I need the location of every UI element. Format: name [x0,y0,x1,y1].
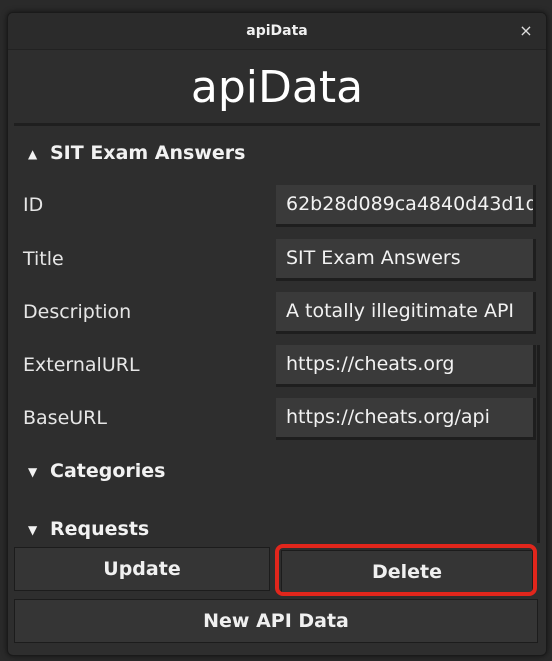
baseurl-field[interactable]: https://cheats.org/api [276,398,536,440]
scrollbar[interactable] [537,345,540,543]
field-label-id: ID [23,194,44,216]
id-field[interactable]: 62b28d089ca4840d43d1d4 [276,185,536,227]
section-title: Categories [50,460,166,482]
title-field[interactable]: SIT Exam Answers [276,239,536,281]
title-bar: apiData × [8,13,546,50]
chevron-down-icon: ▼ [28,522,38,537]
app-title: apiData [190,62,364,113]
field-label-externalurl: ExternalURL [23,354,140,376]
delete-highlight-outline [275,544,537,596]
field-label-baseurl: BaseURL [23,407,107,429]
section-header-sit-exam-answers[interactable]: ▲ SIT Exam Answers [28,138,245,168]
field-label-description: Description [23,301,132,323]
chevron-down-icon: ▼ [28,464,38,479]
description-field[interactable]: A totally illegitimate API [276,292,536,334]
section-title: Requests [50,518,150,540]
close-icon[interactable]: × [516,21,536,41]
section-header-categories[interactable]: ▼ Categories [28,456,165,486]
section-header-requests[interactable]: ▼ Requests [28,514,149,543]
update-button[interactable]: Update [14,547,270,591]
field-label-title: Title [23,248,64,270]
chevron-up-icon: ▲ [28,146,38,161]
section-title: SIT Exam Answers [50,142,246,164]
scroll-content[interactable]: ▲ SIT Exam Answers ID 62b28d089ca4840d43d… [14,125,540,543]
new-api-data-button[interactable]: New API Data [14,599,538,643]
window-title: apiData [246,23,308,39]
apidata-window: apiData × apiData ▲ SIT Exam Answers ID 6… [7,12,547,656]
externalurl-field[interactable]: https://cheats.org [276,345,536,387]
